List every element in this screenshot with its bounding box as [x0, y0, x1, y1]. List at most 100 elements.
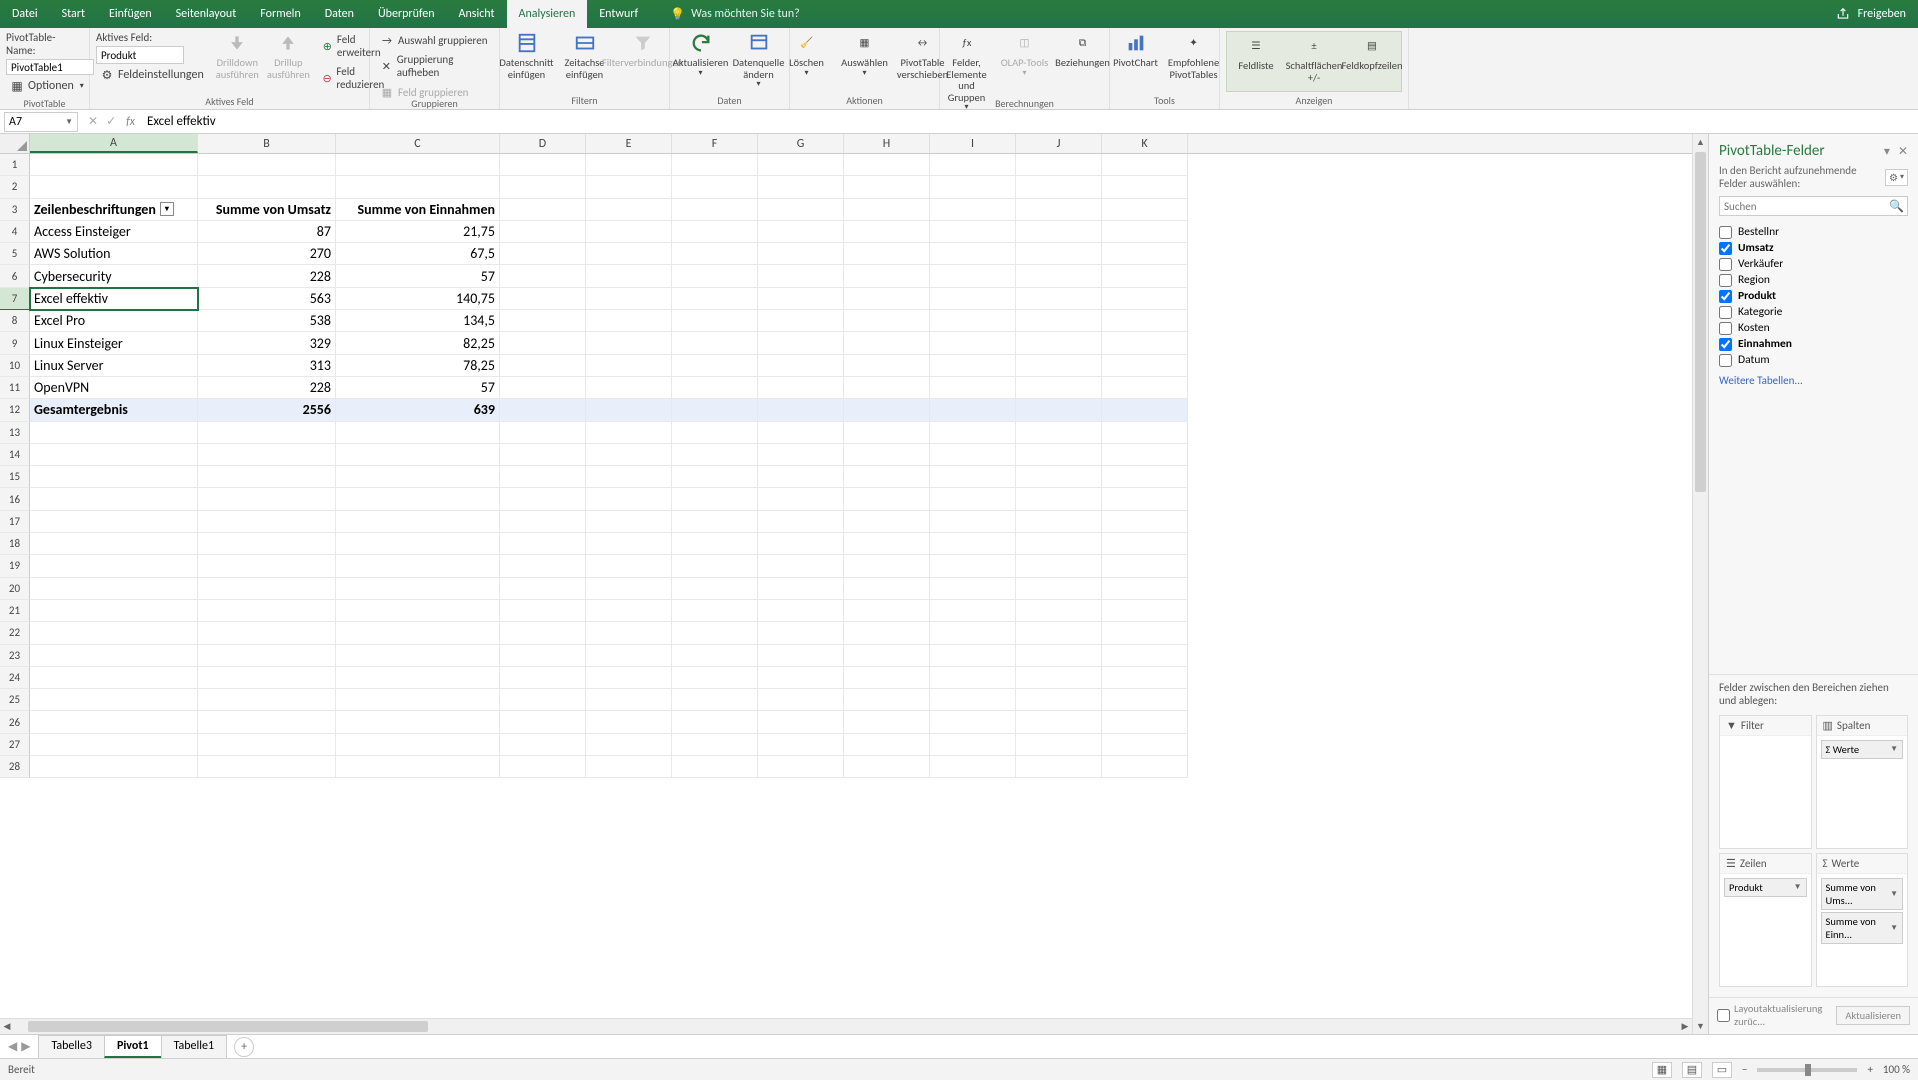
cell[interactable]	[586, 221, 672, 243]
row-header[interactable]: 6	[0, 265, 30, 287]
cell[interactable]	[1102, 711, 1188, 733]
cell[interactable]	[930, 199, 1016, 221]
cell[interactable]	[672, 332, 758, 354]
cell[interactable]	[336, 444, 500, 466]
cell[interactable]	[500, 667, 586, 689]
cell[interactable]	[672, 645, 758, 667]
cell[interactable]	[1016, 332, 1102, 354]
update-button[interactable]: Aktualisieren	[1836, 1006, 1910, 1025]
cell[interactable]	[586, 578, 672, 600]
cell[interactable]	[198, 533, 336, 555]
change-source-button[interactable]: Datenquelle ändern▾	[732, 31, 786, 89]
cell[interactable]: 2556	[198, 399, 336, 421]
fieldpane-menu-icon[interactable]: ▾	[1884, 144, 1890, 159]
cell[interactable]	[1102, 756, 1188, 778]
cell[interactable]	[1102, 399, 1188, 421]
cell[interactable]	[1102, 466, 1188, 488]
cell[interactable]: 140,75	[336, 288, 500, 310]
cell[interactable]: 87	[198, 221, 336, 243]
cell[interactable]	[500, 466, 586, 488]
cell[interactable]	[336, 645, 500, 667]
cell[interactable]: 563	[198, 288, 336, 310]
cell[interactable]	[672, 488, 758, 510]
column-header[interactable]: G	[758, 134, 844, 153]
menu-tab-analysieren[interactable]: Analysieren	[507, 0, 588, 28]
row-header[interactable]: 11	[0, 377, 30, 399]
field-item[interactable]: Verkäufer	[1719, 256, 1908, 272]
cell[interactable]	[1016, 578, 1102, 600]
cell[interactable]	[930, 444, 1016, 466]
cell[interactable]	[1102, 199, 1188, 221]
cell[interactable]	[672, 555, 758, 577]
cell[interactable]	[930, 221, 1016, 243]
cell[interactable]	[672, 444, 758, 466]
cell[interactable]	[844, 444, 930, 466]
cell[interactable]	[586, 399, 672, 421]
cell[interactable]	[500, 221, 586, 243]
column-header[interactable]: D	[500, 134, 586, 153]
cell[interactable]	[1016, 645, 1102, 667]
cell[interactable]	[844, 734, 930, 756]
cell[interactable]	[586, 645, 672, 667]
cell[interactable]	[844, 288, 930, 310]
columns-area[interactable]: ▥Spalten Σ Werte▼	[1816, 715, 1909, 849]
cell[interactable]	[586, 444, 672, 466]
cell[interactable]: 78,25	[336, 355, 500, 377]
cell[interactable]	[500, 600, 586, 622]
row-header[interactable]: 13	[0, 422, 30, 444]
cell[interactable]	[198, 511, 336, 533]
cell[interactable]: Access Einsteiger	[30, 221, 198, 243]
cell[interactable]	[198, 622, 336, 644]
pivotchart-button[interactable]: PivotChart	[1109, 31, 1163, 69]
cell[interactable]	[672, 288, 758, 310]
field-item[interactable]: Kosten	[1719, 320, 1908, 336]
cell[interactable]: Summe von Einnahmen	[336, 199, 500, 221]
cell[interactable]	[930, 734, 1016, 756]
row-header[interactable]: 2	[0, 176, 30, 198]
menu-tab-entwurf[interactable]: Entwurf	[587, 0, 650, 28]
cell[interactable]	[500, 511, 586, 533]
menu-tab-überprüfen[interactable]: Überprüfen	[366, 0, 447, 28]
cell[interactable]	[198, 711, 336, 733]
cell[interactable]	[500, 154, 586, 176]
field-search-input[interactable]	[1719, 196, 1908, 216]
cell[interactable]	[844, 154, 930, 176]
row-header[interactable]: 7	[0, 288, 30, 310]
fx-icon[interactable]: fx	[126, 115, 135, 129]
row-header[interactable]: 1	[0, 154, 30, 176]
cell[interactable]	[30, 689, 198, 711]
cell[interactable]	[1016, 221, 1102, 243]
cell[interactable]	[672, 667, 758, 689]
share-button[interactable]: Freigeben	[1858, 7, 1906, 21]
insert-slicer-button[interactable]: Datenschnitt einfügen	[500, 31, 554, 80]
cell[interactable]	[758, 667, 844, 689]
cell[interactable]: Linux Einsteiger	[30, 332, 198, 354]
cell[interactable]	[930, 622, 1016, 644]
enter-icon[interactable]: ✓	[106, 114, 116, 129]
cell[interactable]	[30, 578, 198, 600]
cell[interactable]	[500, 444, 586, 466]
sheet-tab[interactable]: Tabelle1	[161, 1035, 228, 1058]
cell[interactable]	[500, 243, 586, 265]
cell[interactable]	[500, 734, 586, 756]
cell[interactable]	[198, 667, 336, 689]
cell[interactable]	[336, 176, 500, 198]
cell[interactable]	[758, 511, 844, 533]
cell[interactable]	[500, 711, 586, 733]
area-pill[interactable]: Σ Werte▼	[1821, 740, 1904, 759]
row-header[interactable]: 27	[0, 734, 30, 756]
cell[interactable]: Excel Pro	[30, 310, 198, 332]
cell[interactable]	[758, 199, 844, 221]
cell[interactable]: 329	[198, 332, 336, 354]
cell[interactable]	[930, 711, 1016, 733]
cell[interactable]	[500, 578, 586, 600]
cell[interactable]	[844, 221, 930, 243]
cell[interactable]	[758, 734, 844, 756]
cell[interactable]	[1016, 600, 1102, 622]
cell[interactable]	[586, 600, 672, 622]
cell[interactable]	[198, 689, 336, 711]
cell[interactable]: 313	[198, 355, 336, 377]
cell[interactable]	[586, 199, 672, 221]
cell[interactable]	[1016, 176, 1102, 198]
cell[interactable]	[1102, 689, 1188, 711]
